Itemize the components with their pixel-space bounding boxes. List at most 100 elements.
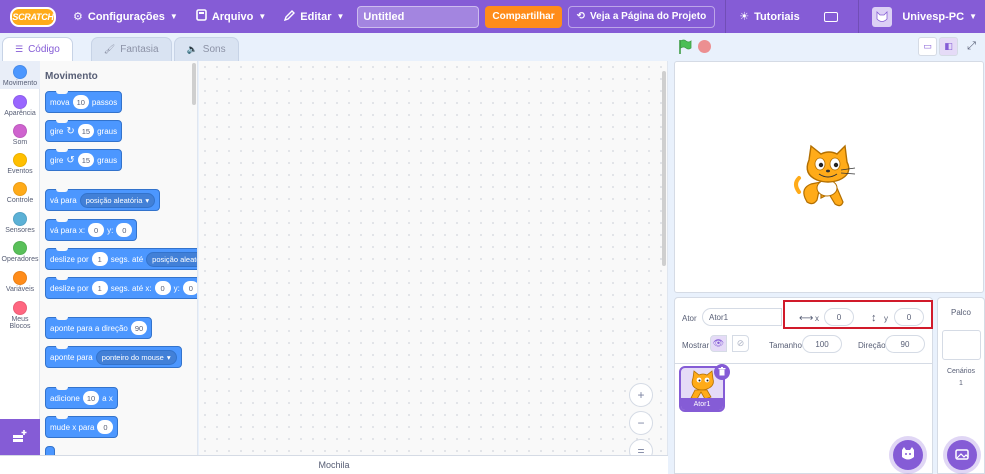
block-turn-left[interactable]: gire ↺ 15 graus [45,149,123,171]
xy-highlight-box [783,300,933,329]
category-looks[interactable]: Aparência [0,95,40,117]
block-text: aponte para a direção [50,323,128,333]
account-menu[interactable]: Univesp-PC ▼ [863,0,985,33]
block-point-direction[interactable]: aponte para a direção 90 [45,317,153,339]
small-stage-button[interactable]: ▭ [918,37,937,56]
choose-backdrop-button[interactable] [947,440,977,470]
category-label: Movimento [2,80,38,87]
normal-stage-button[interactable]: ◧ [939,37,958,56]
cat-plus-icon [900,446,916,465]
block-goto[interactable]: vá para posição aleatória ▾ [45,189,161,211]
block-text: y: [107,225,114,235]
block-dropdown[interactable]: posição aleatória [146,251,197,267]
stage[interactable] [674,61,984,293]
category-control[interactable]: Controle [0,182,40,204]
share-button[interactable]: Compartilhar [485,5,562,28]
block-text: gire [50,126,64,136]
block-number-input[interactable]: 10 [72,95,89,109]
direction-input[interactable] [885,335,925,353]
show-sprite-button[interactable]: 👁 [710,335,727,352]
block-number-input[interactable]: 0 [97,420,114,434]
block-number-input[interactable]: 0 [154,281,171,295]
block-move-steps[interactable]: mova 10 passos [45,91,123,113]
block-text: y: [173,283,180,293]
block-text: adicione [50,393,80,403]
category-motion[interactable]: Movimento [0,61,40,89]
palette-scrollbar[interactable] [192,63,196,105]
edit-menu[interactable]: Editar ▼ [275,0,353,33]
see-project-page-button[interactable]: ⟲ Veja a Página do Projeto [567,5,716,28]
category-sound[interactable]: Som [0,124,40,146]
block-point-towards[interactable]: aponte para ponteiro do mouse ▾ [45,346,182,368]
tab-sounds[interactable]: 🔈 Sons [173,37,239,61]
block-change-x[interactable]: adicione 10 a x [45,387,118,409]
project-title-input[interactable] [357,5,480,28]
block-number-input[interactable]: 90 [130,321,148,335]
backdrop-plus-icon [955,448,969,463]
block-text: gire [50,155,64,165]
block-number-input[interactable]: 1 [91,281,108,295]
cat-icon [794,144,856,207]
settings-menu[interactable]: ⚙ Configurações ▼ [64,0,187,33]
block-dropdown[interactable]: ponteiro do mouse ▾ [95,349,177,365]
backdrops-count: 1 [959,380,963,387]
zoom-in-button[interactable]: + [629,383,653,407]
sprite-thumbnail-name: Ator1 [681,398,723,410]
stage-selector[interactable]: Palco Cenários 1 [937,297,985,474]
block-glide-xy[interactable]: deslize por 1 segs. até x: 0 y: 0 [45,277,197,299]
stage-thumbnail[interactable] [942,330,981,360]
script-area-scrollbar[interactable] [662,71,666,266]
block-number-input[interactable]: 10 [82,391,100,405]
sprite-name-label: Ator [682,314,697,323]
sprite-cat-on-stage[interactable] [791,140,865,214]
tutorials-button[interactable]: ☀ Tutoriais [730,0,809,33]
fullscreen-button[interactable]: ⤢ [962,37,981,56]
script-area[interactable]: + − = [199,61,668,463]
choose-sprite-button[interactable] [893,440,923,470]
block-goto-xy[interactable]: vá para x: 0 y: 0 [45,219,138,241]
block-glide-to[interactable]: deslize por 1 segs. até posição aleatóri… [45,248,197,270]
category-dot [13,241,27,255]
code-icon: ☰ [15,44,24,54]
category-my-blocks[interactable]: Meus Blocos [0,301,40,330]
category-events[interactable]: Eventos [0,153,40,175]
sprite-name-input[interactable] [702,308,782,326]
speaker-icon: 🔈 [186,44,198,54]
add-extension-button[interactable] [0,419,40,455]
green-flag-icon[interactable] [677,39,693,55]
category-variables[interactable]: Variáveis [0,271,40,293]
block-number-input[interactable]: 0 [88,223,105,237]
hide-sprite-button[interactable]: ⊘ [732,335,749,352]
category-sensing[interactable]: Sensores [0,212,40,234]
block-partial[interactable] [45,446,68,455]
tab-costumes[interactable]: 🖌 Fantasia [90,37,172,61]
category-label: Aparência [4,110,36,117]
file-menu[interactable]: Arquivo ▼ [187,0,275,33]
small-stage-icon: ▭ [923,41,932,51]
block-number-input[interactable]: 0 [116,223,133,237]
category-dot [13,65,27,79]
block-number-input[interactable]: 15 [77,153,95,167]
category-operators[interactable]: Operadores [0,241,40,263]
block-dropdown[interactable]: posição aleatória ▾ [79,192,156,208]
delete-sprite-button[interactable] [714,364,730,380]
tab-code[interactable]: ☰ Código [2,37,73,61]
zoom-out-button[interactable]: − [629,411,653,435]
block-dropdown-label: posição aleatória [85,195,143,205]
chevron-down-icon: ▼ [336,12,345,21]
username-label: Univesp-PC [902,10,965,23]
block-number-input[interactable]: 1 [91,252,108,266]
block-number-input[interactable]: 0 [182,281,197,295]
settings-menu-label: Configurações [87,10,165,23]
block-text: a x [102,393,113,403]
stop-icon[interactable] [698,40,711,53]
palette-section-title: Movimento [45,71,98,82]
my-stuff-folder-icon[interactable] [824,11,839,22]
size-input[interactable] [802,335,842,353]
block-set-x[interactable]: mude x para 0 [45,416,119,438]
block-turn-right[interactable]: gire ↻ 15 graus [45,120,123,142]
scratch-logo[interactable]: SCRATCH [10,6,56,27]
tab-sounds-label: Sons [202,44,226,55]
block-number-input[interactable]: 15 [77,124,95,138]
backpack[interactable]: Mochila [0,455,668,474]
